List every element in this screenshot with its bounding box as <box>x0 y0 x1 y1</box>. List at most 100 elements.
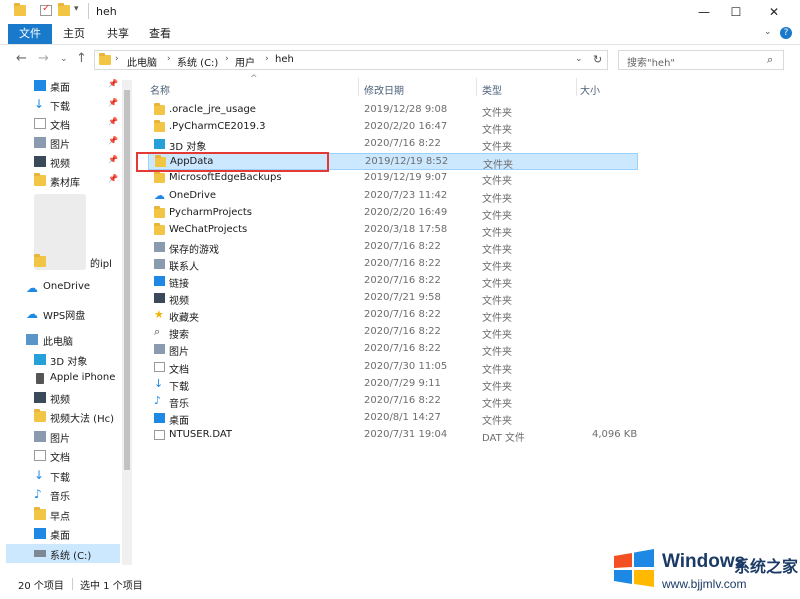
sidebar-item-pictures[interactable]: 图片 📌 <box>0 133 122 152</box>
item-count: 20 个项目 <box>18 581 64 592</box>
chevron-down-icon[interactable]: ⌄ <box>764 27 772 37</box>
sidebar-item-videos-pc[interactable]: 视频 <box>0 388 122 407</box>
table-row[interactable]: NTUSER.DAT 2020/7/31 19:04 DAT 文件 4,096 KB <box>148 427 638 444</box>
close-button[interactable]: ✕ <box>758 0 790 24</box>
link-icon <box>154 276 165 286</box>
table-row[interactable]: 视频 2020/7/21 9:58 文件夹 <box>148 290 638 307</box>
sidebar-item-downloads[interactable]: ↓ 下载 📌 <box>0 95 122 114</box>
search-icon: ⌕ <box>154 325 161 339</box>
file-type: 文件夹 <box>482 261 512 273</box>
minimize-button[interactable]: — <box>688 0 720 24</box>
download-icon: ↓ <box>34 97 45 111</box>
file-type: 文件夹 <box>482 364 512 376</box>
sidebar-item-onedrive[interactable]: ☁ OneDrive <box>0 278 122 297</box>
table-row[interactable]: 文档 2020/7/30 11:05 文件夹 <box>148 359 638 376</box>
properties-icon[interactable]: ✓ <box>40 3 52 16</box>
address-dropdown-icon[interactable]: ⌄ <box>575 54 583 64</box>
sidebar-item-documents-pc[interactable]: 文档 <box>0 446 122 465</box>
column-header-size[interactable]: 大小 <box>580 82 600 97</box>
refresh-icon[interactable]: ↻ <box>593 53 602 66</box>
sidebar-item-video-dafa[interactable]: 视频大法 (Hc) <box>0 407 122 426</box>
sidebar-item-3d[interactable]: 3D 对象 <box>0 350 122 369</box>
table-row[interactable]: 链接 2020/7/16 8:22 文件夹 <box>148 273 638 290</box>
tab-view[interactable]: 查看 <box>142 24 178 44</box>
table-row[interactable]: 桌面 2020/8/1 14:27 文件夹 <box>148 410 638 427</box>
tab-file[interactable]: 文件 <box>8 24 52 44</box>
table-row[interactable]: ♪ 音乐 2020/7/16 8:22 文件夹 <box>148 393 638 410</box>
sidebar-item-label: 系统 (C:) <box>50 551 92 562</box>
video-icon <box>34 156 46 167</box>
recent-locations-button[interactable]: ⌄ <box>60 54 68 64</box>
sidebar-item-iphone[interactable]: Apple iPhone <box>0 369 122 388</box>
sidebar-item-desktop[interactable]: 桌面 📌 <box>0 76 122 95</box>
table-row[interactable]: .PyCharmCE2019.3 2020/2/20 16:47 文件夹 <box>148 119 638 136</box>
column-header-name[interactable]: 名称 <box>150 82 170 97</box>
breadcrumb-separator[interactable]: › <box>167 54 171 64</box>
folder-icon <box>154 205 165 218</box>
sidebar-item-wps[interactable]: ☁ WPS网盘 <box>0 304 122 323</box>
breadcrumb-separator[interactable]: › <box>115 54 119 64</box>
column-divider[interactable] <box>576 78 577 96</box>
up-button[interactable]: ↑ <box>76 51 87 66</box>
back-button[interactable]: ← <box>16 51 27 66</box>
customize-toolbar-icon[interactable]: ▾ <box>74 4 79 14</box>
sidebar-item-videos[interactable]: 视频 📌 <box>0 152 122 171</box>
picture-icon <box>34 431 46 442</box>
column-header-type[interactable]: 类型 <box>482 82 502 97</box>
sidebar-item-label: 视频 <box>50 159 70 170</box>
table-row[interactable]: ☁ OneDrive 2020/7/23 11:42 文件夹 <box>148 188 638 205</box>
music-icon: ♪ <box>154 393 162 407</box>
file-date: 2020/3/18 17:58 <box>364 223 448 235</box>
desktop-icon <box>154 412 165 423</box>
nav-scrollbar-thumb[interactable] <box>124 90 130 470</box>
column-divider[interactable] <box>476 78 477 96</box>
sidebar-item-label: 3D 对象 <box>50 357 88 368</box>
maximize-button[interactable]: ☐ <box>720 0 752 24</box>
breadcrumb-users[interactable]: 用户 <box>235 54 255 69</box>
address-bar[interactable]: › 此电脑 › 系统 (C:) › 用户 › heh ⌄ ↻ <box>94 50 608 70</box>
tab-share[interactable]: 共享 <box>100 24 136 44</box>
cloud-icon: ☁ <box>26 281 38 295</box>
breadcrumb-separator[interactable]: › <box>265 54 269 64</box>
breadcrumb-system-c[interactable]: 系统 (C:) <box>177 54 218 69</box>
download-icon: ↓ <box>34 468 45 482</box>
file-name: 视频 <box>169 296 189 308</box>
table-row[interactable]: ↓ 下载 2020/7/29 9:11 文件夹 <box>148 376 638 393</box>
table-row[interactable]: MicrosoftEdgeBackups 2019/12/19 9:07 文件夹 <box>148 170 638 187</box>
table-row[interactable]: ⌕ 搜索 2020/7/16 8:22 文件夹 <box>148 324 638 341</box>
table-row[interactable]: 图片 2020/7/16 8:22 文件夹 <box>148 341 638 358</box>
breadcrumb-separator[interactable]: › <box>225 54 229 64</box>
search-icon[interactable]: ⌕ <box>767 53 773 67</box>
column-header-date[interactable]: 修改日期 <box>364 82 404 97</box>
tab-home[interactable]: 主页 <box>56 24 92 44</box>
table-row[interactable]: PycharmProjects 2020/2/20 16:49 文件夹 <box>148 205 638 222</box>
table-row[interactable]: .oracle_jre_usage 2019/12/28 9:08 文件夹 <box>148 102 638 119</box>
table-row[interactable]: ★ 收藏夹 2020/7/16 8:22 文件夹 <box>148 307 638 324</box>
column-divider[interactable] <box>358 78 359 96</box>
table-row[interactable]: 3D 对象 2020/7/16 8:22 文件夹 <box>148 136 638 153</box>
sidebar-item-documents[interactable]: 文档 📌 <box>0 114 122 133</box>
new-folder-icon[interactable] <box>58 3 70 16</box>
column-headers: 名称 ^ 修改日期 类型 大小 <box>140 74 800 97</box>
help-icon[interactable]: ? <box>780 27 792 39</box>
sidebar-item-label: OneDrive <box>43 281 91 292</box>
breadcrumb-this-pc[interactable]: 此电脑 <box>127 54 157 69</box>
sidebar-item-zaodian[interactable]: 早点 <box>0 505 122 524</box>
sidebar-item-material[interactable]: 素材库 📌 <box>0 171 122 190</box>
sidebar-item-blurred[interactable]: 的ipl <box>0 252 122 271</box>
sidebar-item-desktop-pc[interactable]: 桌面 <box>0 524 122 543</box>
watermark: Windows 系统之家 www.bjjmlv.com <box>606 540 800 599</box>
table-row[interactable]: WeChatProjects 2020/3/18 17:58 文件夹 <box>148 222 638 239</box>
table-row[interactable]: 联系人 2020/7/16 8:22 文件夹 <box>148 256 638 273</box>
pin-icon: 📌 <box>108 79 118 88</box>
sidebar-item-pictures-pc[interactable]: 图片 <box>0 427 122 446</box>
forward-button[interactable]: → <box>38 51 49 66</box>
sidebar-item-music[interactable]: ♪ 音乐 <box>0 485 122 504</box>
file-type: 文件夹 <box>482 227 512 239</box>
sidebar-item-system-c[interactable]: 系统 (C:) <box>6 544 120 563</box>
table-row[interactable]: 保存的游戏 2020/7/16 8:22 文件夹 <box>148 239 638 256</box>
sidebar-item-this-pc[interactable]: 此电脑 <box>0 330 122 349</box>
breadcrumb-heh[interactable]: heh <box>275 54 294 65</box>
search-input[interactable]: 搜索"heh" ⌕ <box>618 50 784 70</box>
sidebar-item-downloads-pc[interactable]: ↓ 下载 <box>0 466 122 485</box>
